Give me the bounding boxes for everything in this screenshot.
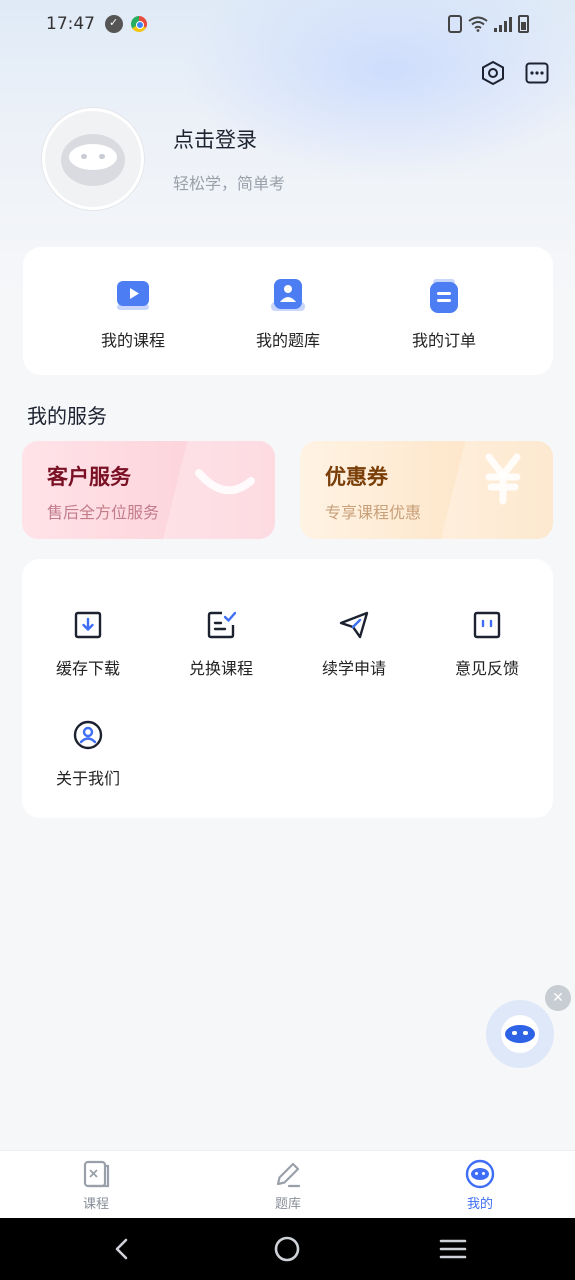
recents-button[interactable] bbox=[436, 1232, 470, 1266]
coupon-subtitle: 专享课程优惠 bbox=[325, 503, 422, 522]
about-icon bbox=[73, 720, 103, 750]
question-bank-icon bbox=[271, 279, 305, 311]
settings-button[interactable] bbox=[478, 58, 508, 88]
redeem-course-label: 兑换课程 bbox=[188, 659, 253, 678]
send-icon bbox=[339, 611, 369, 639]
back-arrow-icon bbox=[115, 1238, 128, 1260]
redeem-icon bbox=[207, 611, 237, 639]
close-icon: ✕ bbox=[552, 990, 564, 1006]
feedback-icon bbox=[473, 611, 501, 639]
customer-service-title: 客户服务 bbox=[47, 465, 131, 489]
my-courses-item[interactable]: 我的课程 bbox=[73, 277, 193, 351]
signal-icon bbox=[494, 16, 512, 32]
check-notification-icon bbox=[105, 15, 123, 33]
pencil-icon bbox=[276, 1162, 301, 1188]
chrome-icon bbox=[131, 16, 147, 32]
tab-courses-label: 课程 bbox=[82, 1197, 109, 1212]
tab-question-bank[interactable]: 题库 bbox=[248, 1159, 328, 1212]
wifi-icon bbox=[468, 16, 488, 32]
bottom-tab-bar: 课程 题库 我的 bbox=[0, 1150, 575, 1218]
download-cache-label: 缓存下载 bbox=[55, 659, 120, 678]
assistant-float-button[interactable] bbox=[486, 1000, 554, 1068]
robot-avatar-icon bbox=[61, 134, 125, 186]
video-course-icon bbox=[117, 281, 149, 310]
battery-icon bbox=[518, 15, 529, 33]
feedback-label: 意见反馈 bbox=[454, 659, 519, 678]
more-button[interactable] bbox=[522, 58, 552, 88]
tools-card: 缓存下载 兑换课程 续学申请 意见反馈 关于我们 bbox=[22, 559, 553, 818]
system-navigation-bar bbox=[0, 1218, 575, 1280]
menu-lines-icon bbox=[439, 1239, 467, 1259]
profile-tagline: 轻松学，简单考 bbox=[173, 174, 286, 193]
about-us-item[interactable]: 关于我们 bbox=[33, 719, 143, 789]
yen-icon bbox=[485, 453, 521, 505]
order-icon bbox=[430, 279, 458, 313]
vibrate-icon bbox=[448, 15, 462, 33]
my-question-bank-item[interactable]: 我的题库 bbox=[228, 277, 348, 351]
status-time: 17:47 bbox=[46, 14, 95, 34]
my-orders-item[interactable]: 我的订单 bbox=[384, 277, 504, 351]
back-button[interactable] bbox=[105, 1232, 139, 1266]
about-us-label: 关于我们 bbox=[55, 769, 120, 788]
coupon-card[interactable]: 优惠券 专享课程优惠 bbox=[300, 441, 553, 539]
close-assistant-button[interactable]: ✕ bbox=[545, 985, 571, 1011]
hexagon-settings-icon bbox=[482, 60, 504, 86]
redeem-course-item[interactable]: 兑换课程 bbox=[166, 609, 276, 679]
tab-mine-label: 我的 bbox=[466, 1197, 493, 1212]
my-orders-label: 我的订单 bbox=[411, 331, 476, 350]
download-cache-item[interactable]: 缓存下载 bbox=[33, 609, 143, 679]
customer-service-subtitle: 售后全方位服务 bbox=[47, 503, 160, 522]
course-book-icon bbox=[83, 1160, 110, 1188]
login-link[interactable]: 点击登录 bbox=[173, 124, 257, 154]
message-more-icon bbox=[525, 62, 549, 84]
my-question-bank-label: 我的题库 bbox=[255, 331, 320, 350]
feedback-item[interactable]: 意见反馈 bbox=[432, 609, 542, 679]
customer-service-card[interactable]: 客户服务 售后全方位服务 bbox=[22, 441, 275, 539]
my-courses-label: 我的课程 bbox=[100, 331, 165, 350]
home-circle-icon bbox=[274, 1236, 300, 1262]
tab-question-bank-label: 题库 bbox=[274, 1197, 301, 1212]
quick-links-card: 我的课程 我的题库 我的订单 bbox=[23, 247, 553, 375]
download-icon bbox=[74, 611, 102, 639]
robot-assistant-icon bbox=[501, 1015, 539, 1053]
renewal-request-label: 续学申请 bbox=[321, 659, 386, 678]
tab-mine[interactable]: 我的 bbox=[440, 1159, 520, 1212]
phone-icon bbox=[195, 469, 255, 495]
robot-face-icon bbox=[465, 1159, 495, 1189]
home-button[interactable] bbox=[270, 1232, 304, 1266]
renewal-request-item[interactable]: 续学申请 bbox=[299, 609, 409, 679]
status-bar: 17:47 bbox=[0, 0, 575, 48]
services-section-title: 我的服务 bbox=[27, 404, 107, 428]
avatar[interactable] bbox=[42, 108, 144, 210]
tab-courses[interactable]: 课程 bbox=[56, 1159, 136, 1212]
coupon-title: 优惠券 bbox=[325, 465, 388, 489]
